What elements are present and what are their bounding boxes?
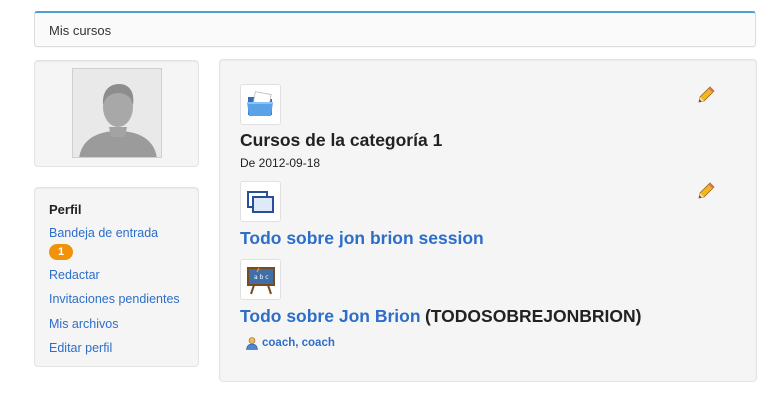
folder-icon [247, 91, 273, 116]
breadcrumb-bar: Mis cursos [34, 11, 756, 47]
session-icon-box [240, 181, 281, 222]
profile-heading: Perfil [49, 202, 82, 217]
profile-panel: Perfil Bandeja de entrada 1 Redactar Inv… [34, 187, 199, 367]
user-icon [246, 337, 258, 350]
session-icon [247, 191, 274, 213]
edit-session-pencil-icon[interactable] [695, 180, 717, 202]
my-files-link[interactable]: Mis archivos [49, 317, 118, 331]
coach-row: coach, coach [245, 336, 335, 350]
session-course-link[interactable]: Todo sobre jon brion session [240, 228, 484, 248]
user-silhouette-icon [73, 69, 161, 157]
edit-category-pencil-icon[interactable] [695, 84, 717, 106]
breadcrumb[interactable]: Mis cursos [49, 23, 111, 38]
category-title: Cursos de la categoría 1 [240, 130, 443, 150]
unread-count-badge: 1 [49, 244, 73, 260]
category-icon-box [240, 84, 281, 125]
blackboard-icon: a b c [247, 267, 275, 295]
edit-profile-link[interactable]: Editar perfil [49, 341, 112, 355]
pending-invitations-link[interactable]: Invitaciones pendientes [49, 292, 180, 306]
course-code: (TODOSOBREJONBRION) [424, 306, 642, 326]
coach-link[interactable]: coach, coach [262, 337, 335, 349]
jon-brion-course-row: Todo sobre Jon Brion (TODOSOBREJONBRION) [240, 306, 641, 327]
inbox-link[interactable]: Bandeja de entrada [49, 226, 158, 240]
compose-link[interactable]: Redactar [49, 268, 100, 282]
courses-panel: Cursos de la categoría 1 De 2012-09-18 T… [219, 59, 757, 382]
svg-text:a b c: a b c [254, 274, 269, 281]
jon-brion-course-link[interactable]: Todo sobre Jon Brion [240, 306, 421, 326]
course-icon-box: a b c [240, 259, 281, 300]
avatar[interactable] [72, 68, 162, 158]
avatar-panel [34, 60, 199, 167]
session-course-row: Todo sobre jon brion session [240, 228, 484, 249]
category-date: De 2012-09-18 [240, 156, 321, 170]
